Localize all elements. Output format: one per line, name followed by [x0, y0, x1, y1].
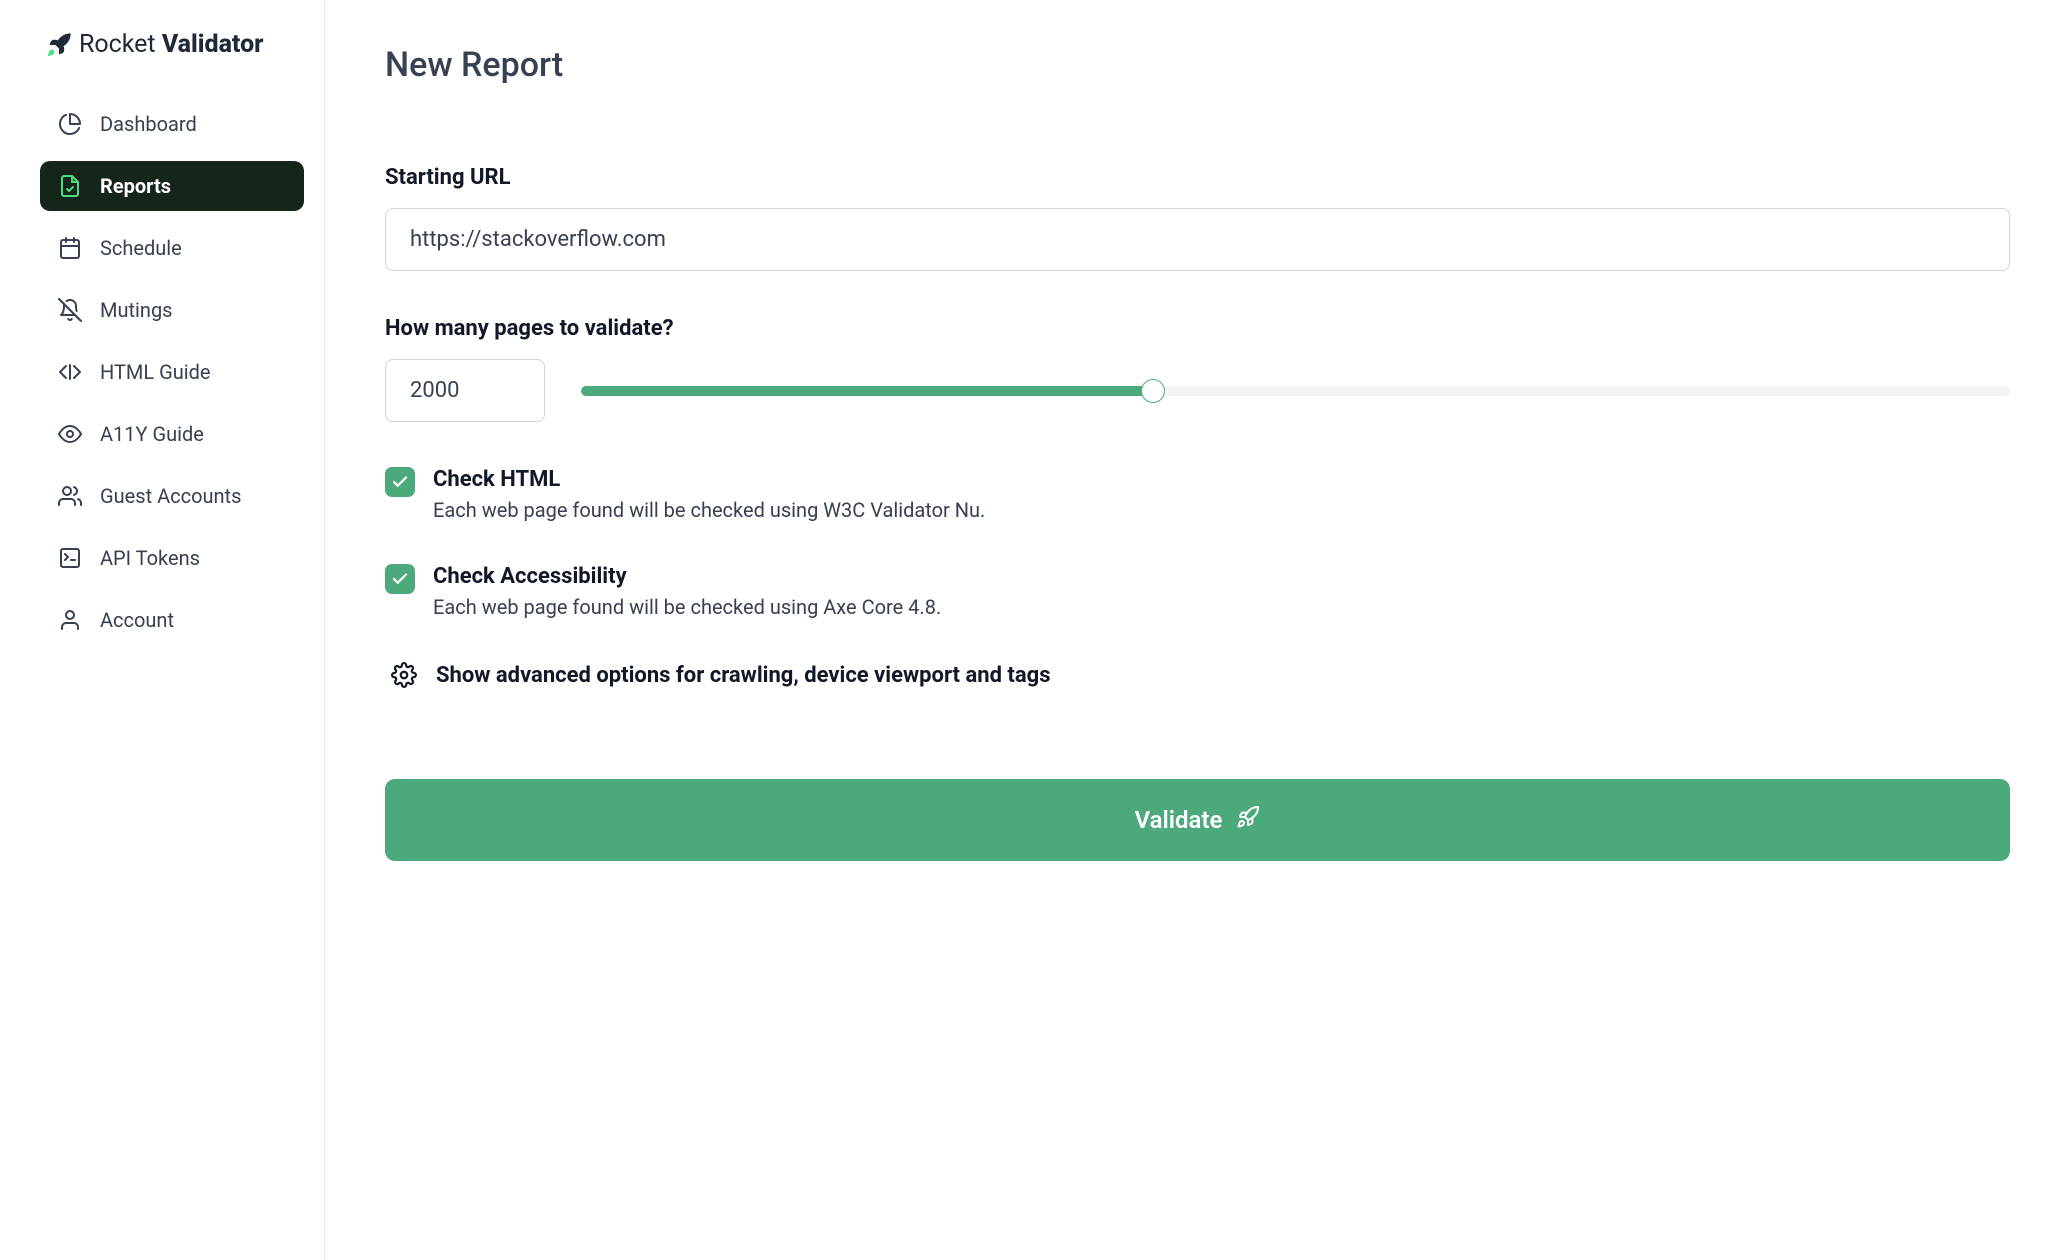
sidebar-item-a11y-guide[interactable]: A11Y Guide	[40, 409, 304, 459]
check-accessibility-description: Each web page found will be checked usin…	[433, 595, 2010, 619]
sidebar-item-label: Mutings	[100, 298, 173, 322]
logo-text: Rocket Validator	[79, 30, 264, 59]
sidebar-item-guest-accounts[interactable]: Guest Accounts	[40, 471, 304, 521]
sidebar-item-label: Guest Accounts	[100, 484, 241, 508]
sidebar-item-dashboard[interactable]: Dashboard	[40, 99, 304, 149]
pages-section: How many pages to validate?	[385, 316, 2010, 422]
advanced-options-label: Show advanced options for crawling, devi…	[436, 663, 1051, 688]
sidebar-item-html-guide[interactable]: HTML Guide	[40, 347, 304, 397]
sidebar-item-label: Schedule	[100, 236, 182, 260]
rocket-icon	[1236, 805, 1260, 835]
sidebar-item-reports[interactable]: Reports	[40, 161, 304, 211]
sidebar-item-label: Dashboard	[100, 112, 197, 136]
slider-fill	[581, 386, 1153, 396]
logo[interactable]: Rocket Validator	[40, 30, 304, 59]
user-icon	[58, 608, 82, 632]
sidebar-item-label: API Tokens	[100, 546, 200, 570]
starting-url-section: Starting URL	[385, 165, 2010, 271]
validate-button[interactable]: Validate	[385, 779, 2010, 861]
sidebar-item-account[interactable]: Account	[40, 595, 304, 645]
check-accessibility-label[interactable]: Check Accessibility	[433, 564, 2010, 589]
sidebar-item-api-tokens[interactable]: API Tokens	[40, 533, 304, 583]
check-html-row: Check HTML Each web page found will be c…	[385, 467, 2010, 522]
sidebar-item-label: A11Y Guide	[100, 422, 204, 446]
check-html-checkbox[interactable]	[385, 467, 415, 497]
check-html-label[interactable]: Check HTML	[433, 467, 2010, 492]
slider-thumb[interactable]	[1141, 379, 1165, 403]
starting-url-label: Starting URL	[385, 165, 2010, 190]
check-accessibility-checkbox[interactable]	[385, 564, 415, 594]
main-content: New Report Starting URL How many pages t…	[325, 0, 2070, 1260]
check-html-description: Each web page found will be checked usin…	[433, 498, 2010, 522]
nav-list: Dashboard Reports	[40, 99, 304, 645]
sidebar-item-label: Reports	[100, 174, 171, 198]
sidebar-item-label: HTML Guide	[100, 360, 211, 384]
pages-slider[interactable]	[581, 383, 2010, 399]
terminal-icon	[58, 546, 82, 570]
pages-label: How many pages to validate?	[385, 316, 2010, 341]
sidebar: Rocket Validator Dashboard	[0, 0, 325, 1260]
code-icon	[58, 360, 82, 384]
users-icon	[58, 484, 82, 508]
pie-chart-icon	[58, 112, 82, 136]
eye-icon	[58, 422, 82, 446]
slider-track	[581, 386, 2010, 396]
sidebar-item-schedule[interactable]: Schedule	[40, 223, 304, 273]
check-accessibility-row: Check Accessibility Each web page found …	[385, 564, 2010, 619]
advanced-options-toggle[interactable]: Show advanced options for crawling, devi…	[385, 661, 2010, 689]
sidebar-item-label: Account	[100, 608, 174, 632]
page-title: New Report	[385, 45, 2010, 85]
gear-icon	[390, 661, 418, 689]
calendar-icon	[58, 236, 82, 260]
document-check-icon	[58, 174, 82, 198]
starting-url-input[interactable]	[385, 208, 2010, 271]
sidebar-item-mutings[interactable]: Mutings	[40, 285, 304, 335]
pages-input[interactable]	[385, 359, 545, 422]
validate-button-label: Validate	[1135, 806, 1223, 834]
rocket-icon	[45, 31, 73, 59]
bell-off-icon	[58, 298, 82, 322]
